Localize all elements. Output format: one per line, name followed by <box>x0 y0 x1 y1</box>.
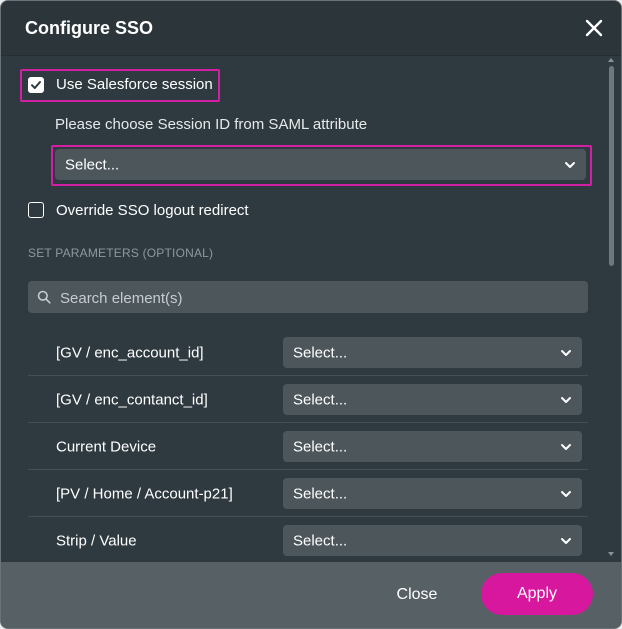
set-parameters-heading: SET PARAMETERS (OPTIONAL) <box>28 246 214 260</box>
param-row: Current Device Select... <box>28 423 588 470</box>
dialog-title: Configure SSO <box>25 18 154 38</box>
chevron-down-icon <box>561 443 571 450</box>
param-select-value: Select... <box>293 344 348 361</box>
check-icon <box>31 81 41 89</box>
chevron-down-icon <box>561 490 571 497</box>
param-row: Strip / Value Select... <box>28 517 588 562</box>
param-label: Current Device <box>56 438 157 455</box>
scroll-down-arrow-icon[interactable] <box>608 552 614 556</box>
use-salesforce-checkbox[interactable] <box>28 77 44 93</box>
param-select[interactable]: Select... <box>283 478 582 509</box>
scroll-thumb[interactable] <box>609 66 614 266</box>
param-label: Strip / Value <box>56 532 137 549</box>
param-label: [GV / enc_contanct_id] <box>56 391 208 408</box>
param-row: [PV / Home / Account-p21] Select... <box>28 470 588 517</box>
param-select[interactable]: Select... <box>283 525 582 556</box>
param-label: [PV / Home / Account-p21] <box>56 485 233 502</box>
use-salesforce-label[interactable]: Use Salesforce session <box>56 76 213 93</box>
search-field[interactable] <box>28 281 588 315</box>
search-icon <box>37 290 51 304</box>
configure-sso-dialog: Configure SSO Use Salesforce session Ple… <box>0 0 622 629</box>
dialog-footer: Close Apply <box>1 562 621 628</box>
param-select[interactable]: Select... <box>283 431 582 462</box>
session-id-hint: Please choose Session ID from SAML attri… <box>55 116 368 133</box>
scrollbar[interactable] <box>607 58 615 558</box>
chevron-down-icon <box>565 161 575 168</box>
dialog-header: Configure SSO <box>1 1 621 56</box>
override-logout-label[interactable]: Override SSO logout redirect <box>56 202 249 219</box>
search-input[interactable] <box>58 281 582 315</box>
param-row: [GV / enc_account_id] Select... <box>28 329 588 376</box>
param-select-value: Select... <box>293 391 348 408</box>
session-id-select-value: Select... <box>65 156 120 173</box>
param-select[interactable]: Select... <box>283 384 582 415</box>
param-select-value: Select... <box>293 532 348 549</box>
close-button[interactable]: Close <box>376 576 458 614</box>
param-select-value: Select... <box>293 438 348 455</box>
param-label: [GV / enc_account_id] <box>56 344 204 361</box>
chevron-down-icon <box>561 537 571 544</box>
override-logout-checkbox[interactable] <box>28 202 44 218</box>
dialog-body: Use Salesforce session Please choose Ses… <box>1 56 621 562</box>
apply-button[interactable]: Apply <box>481 573 593 615</box>
session-id-select[interactable]: Select... <box>55 149 586 180</box>
scroll-up-arrow-icon[interactable] <box>608 58 614 62</box>
chevron-down-icon <box>561 349 571 356</box>
chevron-down-icon <box>561 396 571 403</box>
close-icon[interactable] <box>582 16 606 40</box>
param-row: [GV / enc_contanct_id] Select... <box>28 376 588 423</box>
param-select-value: Select... <box>293 485 348 502</box>
param-select[interactable]: Select... <box>283 337 582 368</box>
